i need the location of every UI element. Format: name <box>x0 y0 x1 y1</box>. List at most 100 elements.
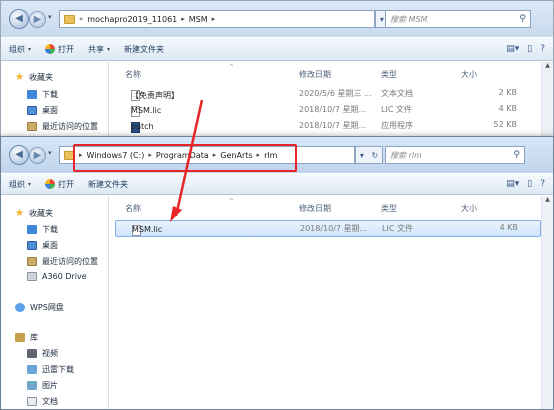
chevron-down-icon[interactable]: ▾ <box>360 151 364 160</box>
new-folder-label: 新建文件夹 <box>124 44 165 54</box>
open-with-icon <box>45 179 56 189</box>
command-bar: 组织 ▾ 打开 新建文件夹 ▤▾ ▯ ? <box>1 173 553 195</box>
navigation-pane: ★ 收藏夹 下载 桌面 最近访问的位置 <box>1 62 109 139</box>
nav-item-documents[interactable]: 文档 <box>27 396 58 407</box>
file-size: 4 KB <box>498 104 517 113</box>
nav-item-label: 图片 <box>42 381 58 390</box>
breadcrumb-item[interactable]: mochapro2019_11061 <box>87 15 177 24</box>
column-header-date[interactable]: 修改日期 <box>299 203 331 214</box>
download-folder-icon <box>27 90 37 99</box>
nav-item-desktop[interactable]: 桌面 <box>27 240 58 251</box>
recent-places-icon <box>27 257 37 266</box>
nav-item-videos[interactable]: 视频 <box>27 348 58 359</box>
file-type: LIC 文件 <box>381 105 412 114</box>
forward-button[interactable]: ▶ <box>29 11 46 28</box>
column-header-size[interactable]: 大小 <box>461 203 477 214</box>
sort-indicator-icon: ^ <box>229 64 235 71</box>
recent-pages-dropdown-icon[interactable]: ▾ <box>48 149 52 157</box>
star-icon: ★ <box>15 208 24 219</box>
column-header-size[interactable]: 大小 <box>461 69 477 80</box>
help-icon[interactable]: ? <box>540 44 545 54</box>
scroll-up-icon[interactable]: ▲ <box>542 196 553 203</box>
file-name: MSM.lic <box>132 225 163 234</box>
breadcrumb-separator-icon[interactable]: ▸ <box>212 15 216 23</box>
command-bar: 组织 ▾ 打开 共享 ▾ 新建文件夹 ▤▾ ▯ ? <box>1 37 553 61</box>
nav-item-recent-places[interactable]: 最近访问的位置 <box>27 256 98 267</box>
column-header-type[interactable]: 类型 <box>381 203 397 214</box>
open-button[interactable]: 打开 <box>45 44 74 55</box>
view-options-icon[interactable]: ▤▾ <box>506 44 519 54</box>
file-row[interactable]: 【免责声明】 2020/5/6 星期三 ... 文本文档 2 KB <box>115 86 541 101</box>
nav-item-wps-cloud[interactable]: WPS网盘 <box>15 302 64 313</box>
column-header-name[interactable]: 名称 <box>125 203 141 214</box>
address-field[interactable]: « mochapro2019_11061 ▸ MSM ▸ <box>59 10 375 28</box>
nav-item-a360-drive[interactable]: A360 Drive <box>27 272 87 281</box>
chevron-down-icon: ▾ <box>107 45 111 53</box>
column-header-date[interactable]: 修改日期 <box>299 69 331 80</box>
file-type: 文本文档 <box>381 89 413 98</box>
column-header-type[interactable]: 类型 <box>381 69 397 80</box>
organize-button[interactable]: 组织 ▾ <box>9 179 31 190</box>
vertical-scrollbar[interactable]: ▲ <box>541 196 553 409</box>
refresh-icon[interactable]: ↻ <box>371 151 378 160</box>
vertical-scrollbar[interactable]: ▲ <box>541 62 553 139</box>
file-name: patch <box>131 122 154 131</box>
column-header-name[interactable]: 名称 <box>125 69 141 80</box>
nav-item-label: WPS网盘 <box>30 303 64 312</box>
overflow-chevron-icon[interactable]: « <box>79 15 83 23</box>
nav-item-libraries[interactable]: 库 <box>15 332 38 343</box>
open-with-icon <box>45 44 56 54</box>
preview-pane-icon[interactable]: ▯ <box>527 44 532 54</box>
search-icon[interactable]: ⚲ <box>513 150 520 160</box>
nav-item-favorites[interactable]: ★ 收藏夹 <box>15 72 53 83</box>
column-header-row: ^ 名称 修改日期 类型 大小 <box>109 64 541 82</box>
address-bar-area: ◀ ▶ ▾ ▸ Windows7 (C:) ▸ ProgramData ▸ Ge… <box>1 137 553 173</box>
nav-item-recent-places[interactable]: 最近访问的位置 <box>27 121 98 132</box>
scroll-up-icon[interactable]: ▲ <box>542 62 553 69</box>
file-row[interactable]: patch 2018/10/7 星期... 应用程序 52 KB <box>115 118 541 133</box>
back-button[interactable]: ◀ <box>9 9 29 29</box>
file-row-selected[interactable]: MSM.lic 2018/10/7 星期... LIC 文件 4 KB <box>115 220 541 237</box>
wps-cloud-icon <box>15 303 25 312</box>
search-input[interactable]: 搜索 MSM ⚲ <box>385 10 531 28</box>
open-button[interactable]: 打开 <box>45 179 74 190</box>
nav-item-pictures[interactable]: 图片 <box>27 380 58 391</box>
documents-library-icon <box>27 397 37 406</box>
search-input[interactable]: 搜索 rlm ⚲ <box>385 146 525 164</box>
nav-item-desktop[interactable]: 桌面 <box>27 105 58 116</box>
file-list: ^ 名称 修改日期 类型 大小 【免责声明】 2020/5/6 星期三 ... … <box>109 62 541 139</box>
a360-drive-icon <box>27 272 37 281</box>
nav-item-label: 库 <box>30 333 38 342</box>
file-type: 应用程序 <box>381 121 413 130</box>
new-folder-button[interactable]: 新建文件夹 <box>124 44 164 55</box>
file-row[interactable]: MSM.lic 2018/10/7 星期... LIC 文件 4 KB <box>115 102 541 117</box>
preview-pane-icon[interactable]: ▯ <box>527 179 532 189</box>
address-bar-area: ◀ ▶ ▾ « mochapro2019_11061 ▸ MSM ▸ ▾↻ 搜索… <box>1 1 553 37</box>
forward-button[interactable]: ▶ <box>29 147 46 164</box>
share-button[interactable]: 共享 ▾ <box>88 44 110 55</box>
organize-button[interactable]: 组织 ▾ <box>9 44 31 55</box>
view-options-icon[interactable]: ▤▾ <box>506 179 519 189</box>
nav-item-label: 下载 <box>42 90 58 99</box>
nav-item-label: 最近访问的位置 <box>42 257 98 266</box>
new-folder-button[interactable]: 新建文件夹 <box>88 179 128 190</box>
nav-item-thunder-downloads[interactable]: 迅雷下载 <box>27 364 74 375</box>
nav-item-favorites[interactable]: ★ 收藏夹 <box>15 208 53 219</box>
breadcrumb-item[interactable]: MSM <box>189 15 208 24</box>
pictures-library-icon <box>27 381 37 390</box>
search-icon[interactable]: ⚲ <box>519 14 526 24</box>
help-icon[interactable]: ? <box>540 179 545 189</box>
nav-item-downloads[interactable]: 下载 <box>27 224 58 235</box>
nav-item-label: 最近访问的位置 <box>42 122 98 131</box>
address-highlight-box <box>73 144 297 172</box>
chevron-down-icon[interactable]: ▾ <box>380 15 384 24</box>
refresh-button[interactable]: ▾↻ <box>355 146 383 164</box>
file-size: 52 KB <box>493 120 517 129</box>
explorer-window-rlm: ◀ ▶ ▾ ▸ Windows7 (C:) ▸ ProgramData ▸ Ge… <box>0 136 554 410</box>
recent-pages-dropdown-icon[interactable]: ▾ <box>48 13 52 21</box>
nav-item-downloads[interactable]: 下载 <box>27 89 58 100</box>
breadcrumb-separator-icon[interactable]: ▸ <box>181 15 185 23</box>
file-name: 【免责声明】 <box>131 91 179 100</box>
back-button[interactable]: ◀ <box>9 145 29 165</box>
open-label: 打开 <box>58 179 75 189</box>
